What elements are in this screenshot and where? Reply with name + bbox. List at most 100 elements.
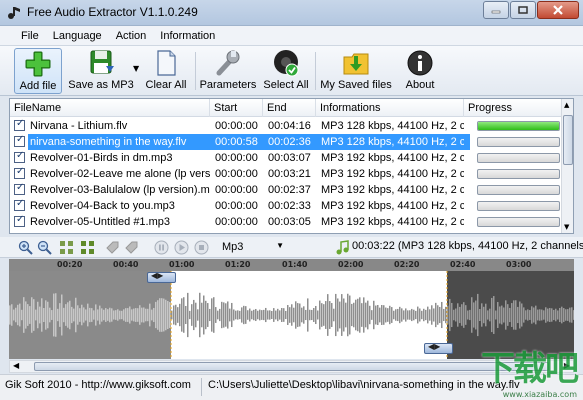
row-progress-bar <box>477 169 560 179</box>
zoom-in-icon[interactable] <box>18 240 33 255</box>
table-row[interactable]: Revolver-05-Untitled #1.mp3 00:00:00 00:03… <box>10 214 562 230</box>
cell-filename: Revolver-04-Back to you.mp3 <box>30 200 175 212</box>
row-checkbox[interactable] <box>14 150 25 163</box>
scroll-thumb[interactable] <box>563 115 573 165</box>
watermark-url: www.xiazaiba.com <box>502 390 577 399</box>
table-row[interactable]: Revolver-01-Birds in dm.mp3 00:00:00 00:03… <box>10 150 562 166</box>
cell-filename: Revolver-05-Untitled #1.mp3 <box>30 216 171 228</box>
pause-icon[interactable] <box>154 240 169 255</box>
scroll-left-icon[interactable]: ◀ <box>13 361 19 370</box>
cell-info: MP3 192 kbps, 44100 Hz, 2 c... <box>321 152 464 164</box>
clear-all-button[interactable]: Clear All <box>142 48 190 94</box>
about-label: About <box>405 79 435 91</box>
row-checkbox[interactable] <box>14 182 25 195</box>
cell-end: 00:04:16 <box>268 120 311 132</box>
add-file-button[interactable]: Add file <box>14 48 62 94</box>
zoom-out-icon[interactable] <box>37 240 52 255</box>
marker-start-icon[interactable] <box>105 240 120 255</box>
cell-start: 00:00:00 <box>215 120 258 132</box>
play-icon[interactable] <box>174 240 189 255</box>
player-duration-info: 00:03:22 (MP3 128 kbps, 44100 Hz, 2 chan… <box>352 240 583 252</box>
horizontal-scroll-thumb[interactable] <box>34 362 549 371</box>
blank-document-icon <box>157 50 176 76</box>
about-button[interactable]: About <box>401 48 439 94</box>
stop-icon[interactable] <box>194 240 209 255</box>
toolbar: Add file Save as MP3 ▼ Clear All Paramet… <box>0 46 583 96</box>
status-separator <box>201 378 202 396</box>
row-checkbox[interactable] <box>14 198 25 211</box>
close-button[interactable] <box>537 1 579 19</box>
marker-end-icon[interactable] <box>124 240 139 255</box>
menu-action[interactable]: Action <box>109 28 154 44</box>
row-progress-bar <box>477 153 560 163</box>
start-marker-handle[interactable]: ◀▶ <box>147 271 176 283</box>
column-informations[interactable]: Informations <box>316 99 464 117</box>
cell-end: 00:02:36 <box>268 136 311 148</box>
cell-filename: Revolver-01-Birds in dm.mp3 <box>30 152 173 164</box>
table-row[interactable]: Revolver-02-Leave me alone (lp version..… <box>10 166 562 182</box>
parameters-button[interactable]: Parameters <box>199 48 257 94</box>
table-row[interactable]: Nirvana - Lithium.flv 00:00:00 00:04:16 MP3… <box>10 118 562 134</box>
zoom-all-icon[interactable] <box>80 240 95 255</box>
end-marker-handle[interactable]: ◀▶ <box>424 342 453 354</box>
column-start[interactable]: Start <box>210 99 263 117</box>
info-icon <box>407 50 433 76</box>
cell-info: MP3 192 kbps, 44100 Hz, 2 c... <box>321 200 464 212</box>
row-checkbox[interactable] <box>14 118 25 131</box>
row-checkbox[interactable] <box>14 166 25 179</box>
menu-information[interactable]: Information <box>153 28 222 44</box>
format-value: Mp3 <box>222 241 244 253</box>
tick-label: 01:20 <box>225 260 251 269</box>
tick-label: 02:40 <box>450 260 476 269</box>
cell-start: 00:00:00 <box>215 216 258 228</box>
menu-bar: File Language Action Information <box>0 26 583 46</box>
add-file-label: Add file <box>19 80 57 92</box>
menu-language[interactable]: Language <box>46 28 109 44</box>
column-progress[interactable]: Progress <box>464 99 562 117</box>
row-checkbox[interactable] <box>14 214 25 227</box>
scroll-down-icon[interactable]: ▼ <box>564 223 569 231</box>
list-header: FileName Start End Informations Progress <box>10 99 562 117</box>
row-progress-bar <box>477 217 560 227</box>
table-row[interactable]: Revolver-03-Balulalow (lp version).mp3 00… <box>10 182 562 198</box>
maximize-button[interactable] <box>510 1 536 19</box>
save-disk-icon <box>90 50 114 74</box>
format-select[interactable]: Mp3 ▼ <box>218 239 286 256</box>
save-dropdown-arrow-icon[interactable]: ▼ <box>133 64 139 73</box>
row-progress-bar <box>477 185 560 195</box>
tick-label: 02:00 <box>338 260 364 269</box>
cell-start: 00:00:00 <box>215 184 258 196</box>
player-toolbar: Mp3 ▼ 00:03:22 (MP3 128 kbps, 44100 Hz, … <box>0 237 583 258</box>
tick-label: 00:20 <box>57 260 83 269</box>
menu-file[interactable]: File <box>14 28 46 44</box>
table-row[interactable]: Revolver-04-Back to you.mp3 00:00:00 00:02… <box>10 198 562 214</box>
column-filename[interactable]: FileName <box>10 99 210 117</box>
cell-filename: Revolver-02-Leave me alone (lp version..… <box>30 168 210 180</box>
cell-info: MP3 192 kbps, 44100 Hz, 2 c... <box>321 168 464 180</box>
row-checkbox[interactable] <box>14 134 25 147</box>
tick-label: 02:20 <box>394 260 420 269</box>
save-as-label: Save as MP3 <box>68 79 134 91</box>
tick-label: 03:00 <box>506 260 532 269</box>
select-all-label: Select All <box>263 79 309 91</box>
music-note-icon <box>336 240 349 255</box>
toolbar-separator <box>315 52 316 90</box>
table-row[interactable]: nirvana-something in the way.flv 00:00:58… <box>10 134 562 150</box>
cell-end: 00:03:05 <box>268 216 311 228</box>
watermark-logo: 下载吧 www.xiazaiba.com <box>473 339 581 399</box>
tick-label: 01:00 <box>169 260 195 269</box>
cell-info: MP3 128 kbps, 44100 Hz, 2 c... <box>321 136 464 148</box>
saved-files-button[interactable]: My Saved files <box>319 48 393 94</box>
cell-start: 00:00:00 <box>215 152 258 164</box>
minimize-button[interactable] <box>483 1 509 19</box>
cell-end: 00:03:07 <box>268 152 311 164</box>
save-as-button[interactable]: Save as MP3 <box>64 48 138 94</box>
select-all-button[interactable]: Select All <box>261 48 311 94</box>
cell-filename: nirvana-something in the way.flv <box>30 136 187 148</box>
scroll-up-icon[interactable]: ▲ <box>564 101 569 109</box>
file-list[interactable]: FileName Start End Informations Progress… <box>9 98 574 234</box>
column-end[interactable]: End <box>263 99 316 117</box>
cell-info: MP3 192 kbps, 44100 Hz, 2 c... <box>321 184 464 196</box>
vertical-scrollbar[interactable]: ▲ ▼ <box>561 99 573 233</box>
zoom-selection-icon[interactable] <box>59 240 74 255</box>
